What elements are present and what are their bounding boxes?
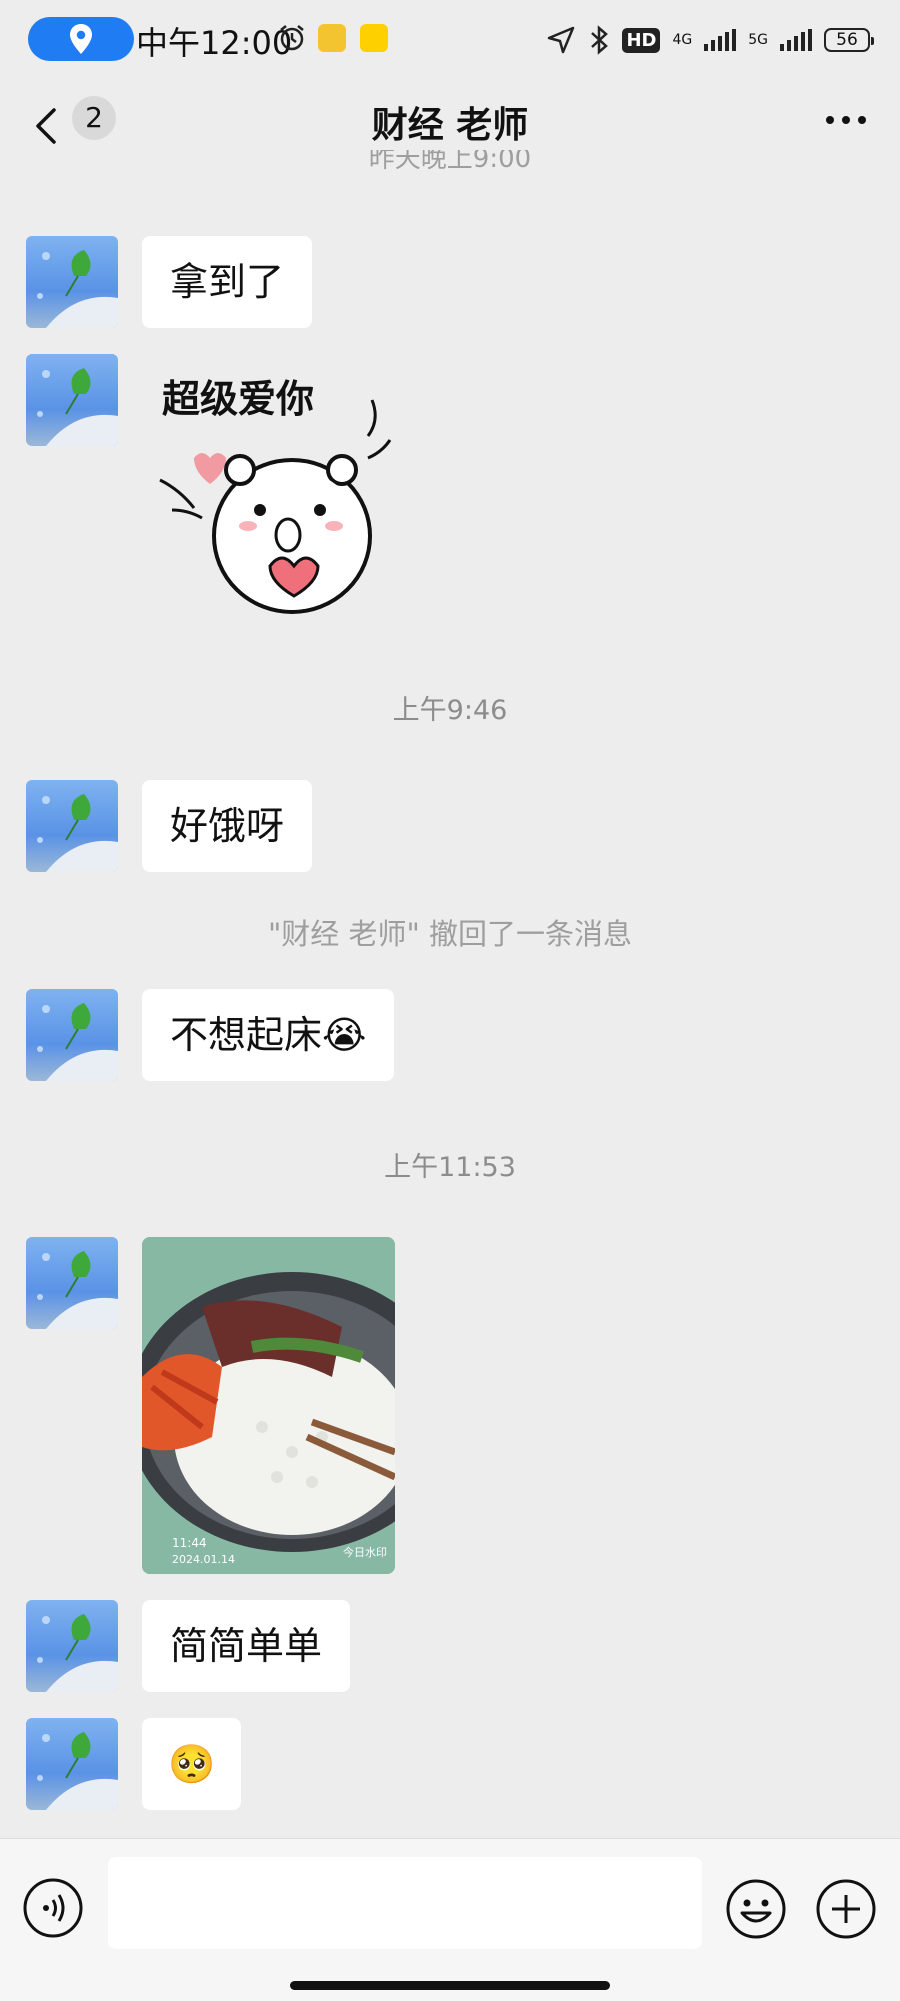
timestamp: 上午11:53 [384,1152,516,1183]
message-bubble[interactable]: 好饿呀 [142,780,313,872]
ginkgo-leaf-icon [37,1614,118,1692]
emoji-icon[interactable] [724,1877,788,1941]
ginkgo-leaf-icon [37,1003,118,1081]
sticker-message[interactable]: 超级爱你 [142,360,412,630]
location-pin-icon [70,24,92,54]
app-notification-icon [318,24,346,52]
navigation-arrow-icon [548,26,575,54]
avatar[interactable] [26,989,118,1081]
ginkgo-leaf-icon [37,1251,118,1329]
ginkgo-leaf-icon [37,250,118,328]
sticker-text: 超级爱你 [162,377,314,421]
message-input[interactable] [108,1857,702,1949]
recall-notice: "财经 老师" 撤回了一条消息 [267,917,633,951]
avatar[interactable] [26,354,118,446]
signal-bars-icon-2 [780,29,812,51]
photo-watermark-date: 2024.01.14 [172,1553,235,1566]
message-bubble[interactable]: 🥺 [142,1718,242,1810]
message-bubble[interactable]: 简简单单 [142,1600,351,1692]
app-notification-icon-2 [360,24,388,52]
ginkgo-leaf-icon [37,1732,118,1810]
more-options-icon[interactable] [822,104,870,136]
input-bar [0,1838,900,2001]
photo-watermark-brand: 今日水印 [343,1546,387,1559]
network-4g-label: 4G [672,32,693,48]
chat-title: 财经 老师 [371,105,529,146]
alarm-icon [280,25,304,51]
voice-input-icon[interactable] [22,1877,84,1939]
avatar[interactable] [26,1237,118,1329]
photo-watermark-time: 11:44 [172,1536,207,1550]
partial-timestamp: 昨天晚上9:00 [368,150,532,172]
home-indicator[interactable] [290,1981,610,1990]
message-bubble[interactable]: 不想起床😭 [142,989,395,1081]
avatar[interactable] [26,1600,118,1692]
avatar[interactable] [26,1718,118,1810]
message-text: 简简单单 [170,1624,323,1668]
message-bubble[interactable]: 拿到了 [142,236,313,328]
bear-heart-sticker: 超级爱你 [159,377,392,614]
crying-emoji-icon: 😭 [322,1013,367,1057]
hd-voice-badge: HD [622,27,661,53]
add-attachment-icon[interactable] [814,1877,878,1941]
photo-message[interactable]: 11:44 2024.01.14 今日水印 [142,1237,395,1574]
ginkgo-leaf-icon [37,368,118,446]
location-indicator[interactable] [28,17,134,61]
food-bowl-photo [142,1237,395,1574]
message-text: 拿到了 [170,260,285,304]
avatar[interactable] [26,236,118,328]
status-icons: HD 4G 5G 56 [546,22,874,58]
ginkgo-leaf-icon [37,794,118,872]
message-text: 好饿呀 [170,804,285,848]
battery-icon: 56 [824,28,874,52]
clock-time: 中午12:00 [136,24,293,62]
bluetooth-icon [591,25,609,55]
timestamp: 上午9:46 [392,695,508,726]
message-text: 不想起床 [170,1013,323,1057]
avatar[interactable] [26,780,118,872]
network-5g-label: 5G [748,32,768,48]
status-bar: 中午12:00 HD 4G 5G 56 [0,0,900,80]
pleading-emoji-icon: 🥺 [168,1742,216,1786]
signal-bars-icon [704,29,737,51]
